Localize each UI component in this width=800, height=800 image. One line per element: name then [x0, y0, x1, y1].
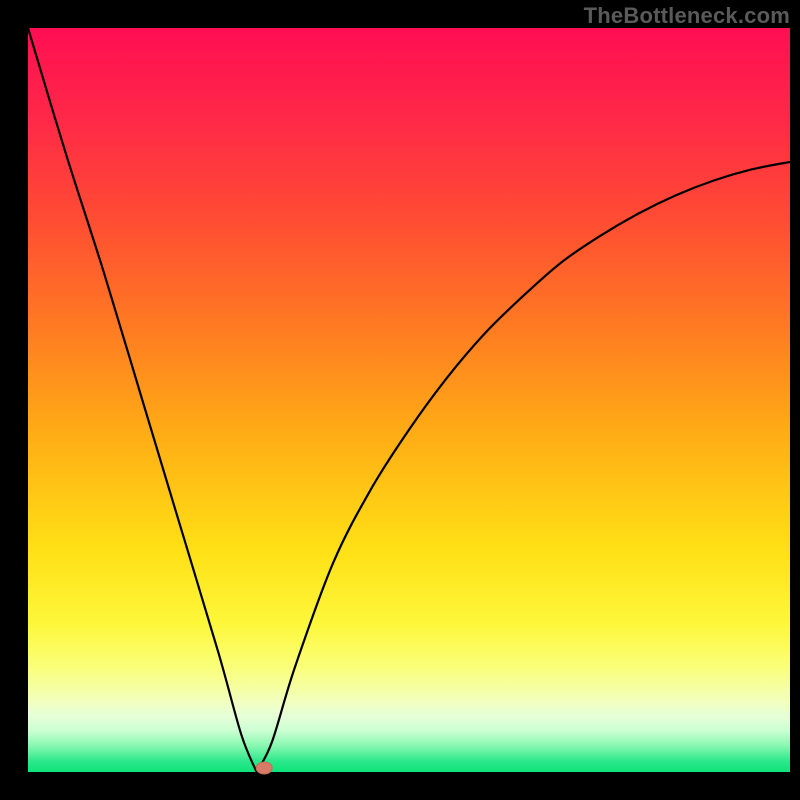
- optimal-marker: [256, 762, 272, 774]
- chart-container: TheBottleneck.com: [0, 0, 800, 800]
- attribution-label: TheBottleneck.com: [584, 3, 790, 29]
- bottleneck-chart: [0, 0, 800, 800]
